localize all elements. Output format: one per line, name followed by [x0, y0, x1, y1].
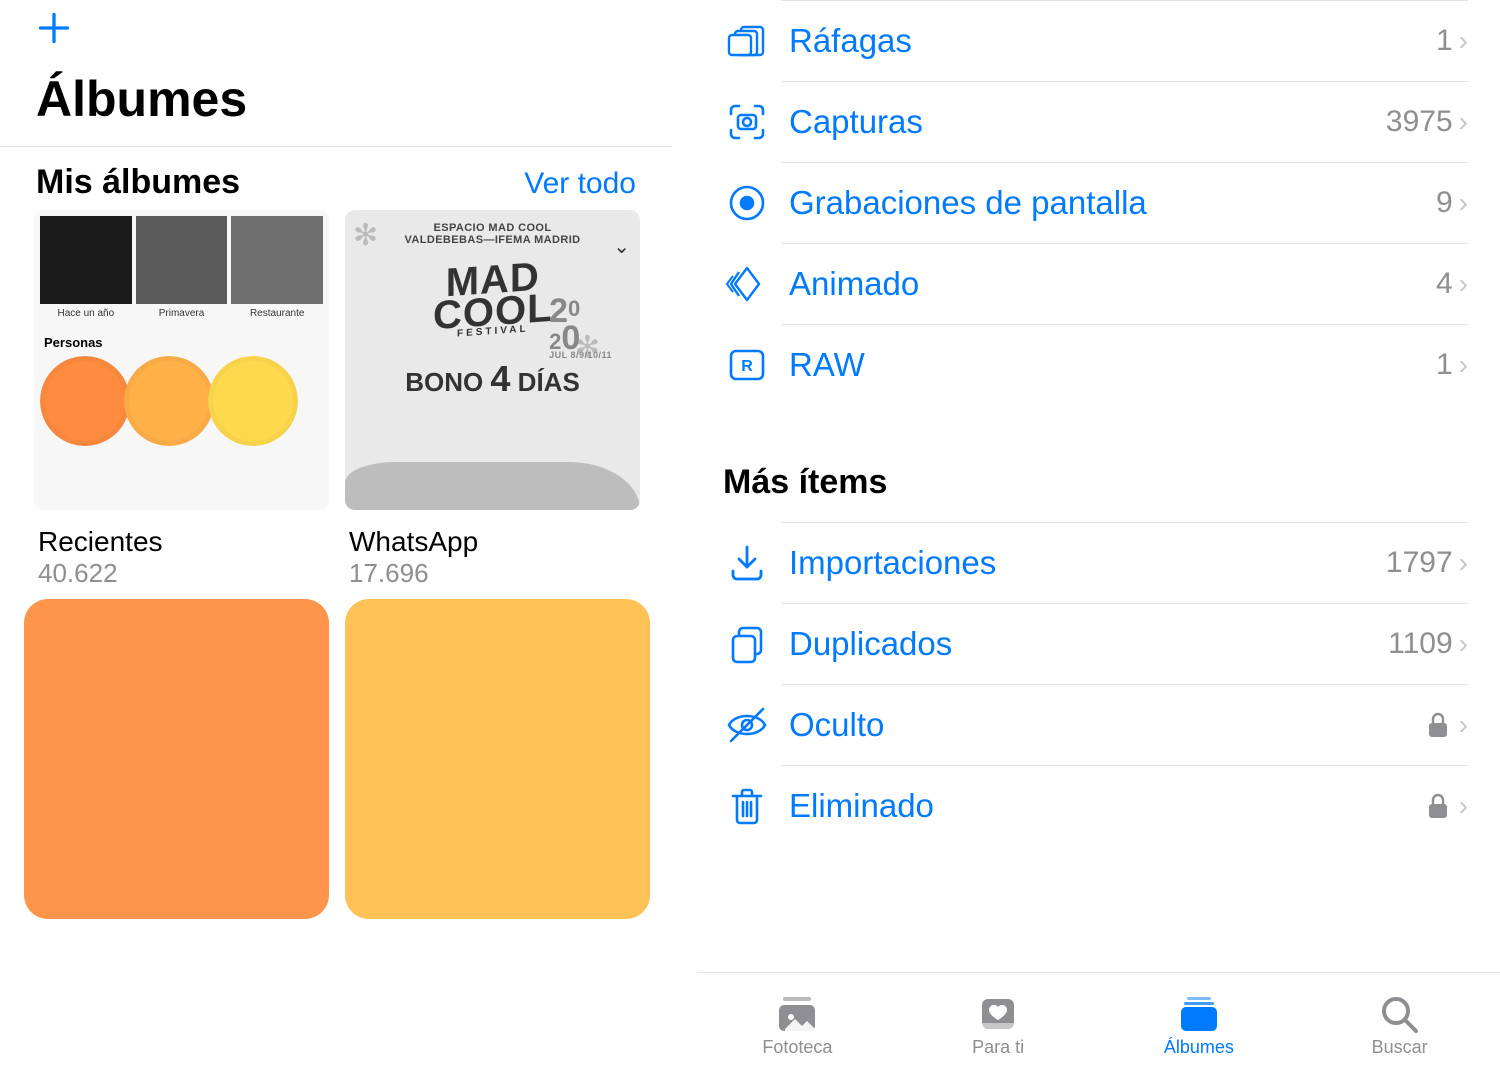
row-count: 1: [1436, 24, 1453, 58]
album-count: 17.696: [345, 558, 640, 589]
row-count: 3975: [1386, 105, 1453, 139]
row-count: 1: [1436, 348, 1453, 382]
hidden-icon: [725, 703, 769, 747]
svg-text:R: R: [741, 358, 753, 375]
row-label: Ráfagas: [789, 22, 1436, 60]
media-type-row[interactable]: R RAW 1 ›: [781, 325, 1468, 405]
collage-label: Restaurante: [231, 308, 323, 319]
row-count: 1109: [1388, 627, 1453, 661]
row-count: 1797: [1386, 546, 1453, 580]
row-label: Importaciones: [789, 544, 1386, 582]
media-type-row[interactable]: Ráfagas 1 ›: [781, 0, 1468, 82]
collage-label: Primavera: [136, 308, 228, 319]
tab-fototeca[interactable]: Fototeca: [697, 973, 898, 1080]
lock-icon: [1427, 712, 1449, 738]
tab-para-ti[interactable]: Para ti: [898, 973, 1099, 1080]
album-count: 40.622: [34, 558, 329, 589]
search-icon: [1378, 995, 1422, 1033]
tab-label: Álbumes: [1164, 1037, 1234, 1058]
face-avatar: [208, 356, 298, 446]
more-item-row[interactable]: Oculto ›: [781, 685, 1468, 766]
more-item-row[interactable]: Duplicados 1109 ›: [781, 604, 1468, 685]
poster-line: VALDEBEBAS—IFEMA MADRID: [404, 234, 580, 246]
media-type-row[interactable]: Capturas 3975 ›: [781, 82, 1468, 163]
chevron-right-icon: ›: [1459, 547, 1468, 579]
library-icon: [775, 995, 819, 1033]
chevron-right-icon: ›: [1459, 106, 1468, 138]
media-type-row[interactable]: Grabaciones de pantalla 9 ›: [781, 163, 1468, 244]
row-count: 9: [1436, 186, 1453, 220]
animated-icon: [725, 262, 769, 306]
raw-icon: R: [725, 343, 769, 387]
see-all-link[interactable]: Ver todo: [524, 167, 636, 201]
poster-logo: MADCOOLFESTIVAL: [433, 260, 553, 340]
import-icon: [725, 541, 769, 585]
row-count: 4: [1436, 267, 1453, 301]
more-item-row[interactable]: Eliminado ›: [781, 766, 1468, 846]
more-item-row[interactable]: Importaciones 1797 ›: [781, 522, 1468, 604]
album-thumbnail-large[interactable]: [345, 599, 650, 919]
add-album-button[interactable]: [0, 0, 672, 46]
media-type-row[interactable]: Animado 4 ›: [781, 244, 1468, 325]
chevron-right-icon: ›: [1459, 628, 1468, 660]
more-items-heading: Más ítems: [711, 405, 1468, 522]
chevron-right-icon: ›: [1459, 268, 1468, 300]
screenshot-icon: [725, 100, 769, 144]
row-label: Oculto: [789, 706, 1427, 744]
album-card-recientes[interactable]: Hace un año Primavera Restaurante Person…: [34, 210, 329, 589]
row-label: Duplicados: [789, 625, 1388, 663]
poster-line: ESPACIO MAD COOL: [433, 222, 551, 234]
row-label: Eliminado: [789, 787, 1427, 825]
page-title: Álbumes: [0, 46, 672, 147]
screen-recording-icon: [725, 181, 769, 225]
collage-label: Hace un año: [40, 308, 132, 319]
lock-icon: [1427, 793, 1449, 819]
chevron-right-icon: ›: [1459, 349, 1468, 381]
chevron-right-icon: ›: [1459, 790, 1468, 822]
album-card-whatsapp[interactable]: ✻ ✻ ⌄ ESPACIO MAD COOL VALDEBEBAS—IFEMA …: [345, 210, 640, 589]
for-you-icon: [976, 995, 1020, 1033]
tab-bar: Fototeca Para ti Álbumes Buscar: [697, 972, 1500, 1080]
trash-icon: [725, 784, 769, 828]
row-label: RAW: [789, 346, 1436, 384]
row-label: Grabaciones de pantalla: [789, 184, 1436, 222]
album-thumbnail: Hace un año Primavera Restaurante Person…: [34, 210, 329, 510]
row-label: Animado: [789, 265, 1436, 303]
tab-label: Buscar: [1372, 1037, 1428, 1058]
album-thumbnail: ✻ ✻ ⌄ ESPACIO MAD COOL VALDEBEBAS—IFEMA …: [345, 210, 640, 510]
tab-label: Para ti: [972, 1037, 1024, 1058]
row-label: Capturas: [789, 103, 1386, 141]
poster-bono: BONO 4 DÍAS: [405, 358, 580, 400]
chevron-right-icon: ›: [1459, 187, 1468, 219]
burst-icon: [725, 19, 769, 63]
tab-albumes[interactable]: Álbumes: [1099, 973, 1300, 1080]
album-title: Recientes: [34, 526, 329, 558]
albums-icon: [1177, 995, 1221, 1033]
poster-year: 2020JUL 8/9/10/11: [549, 298, 612, 360]
duplicate-icon: [725, 622, 769, 666]
tab-label: Fototeca: [762, 1037, 832, 1058]
personas-label: Personas: [34, 319, 329, 356]
album-thumbnail-large[interactable]: [24, 599, 329, 919]
chevron-right-icon: ›: [1459, 709, 1468, 741]
face-avatar: [124, 356, 214, 446]
chevron-right-icon: ›: [1459, 25, 1468, 57]
album-title: WhatsApp: [345, 526, 640, 558]
my-albums-heading: Mis álbumes: [36, 163, 240, 202]
tab-buscar[interactable]: Buscar: [1299, 973, 1500, 1080]
face-avatar: [40, 356, 130, 446]
